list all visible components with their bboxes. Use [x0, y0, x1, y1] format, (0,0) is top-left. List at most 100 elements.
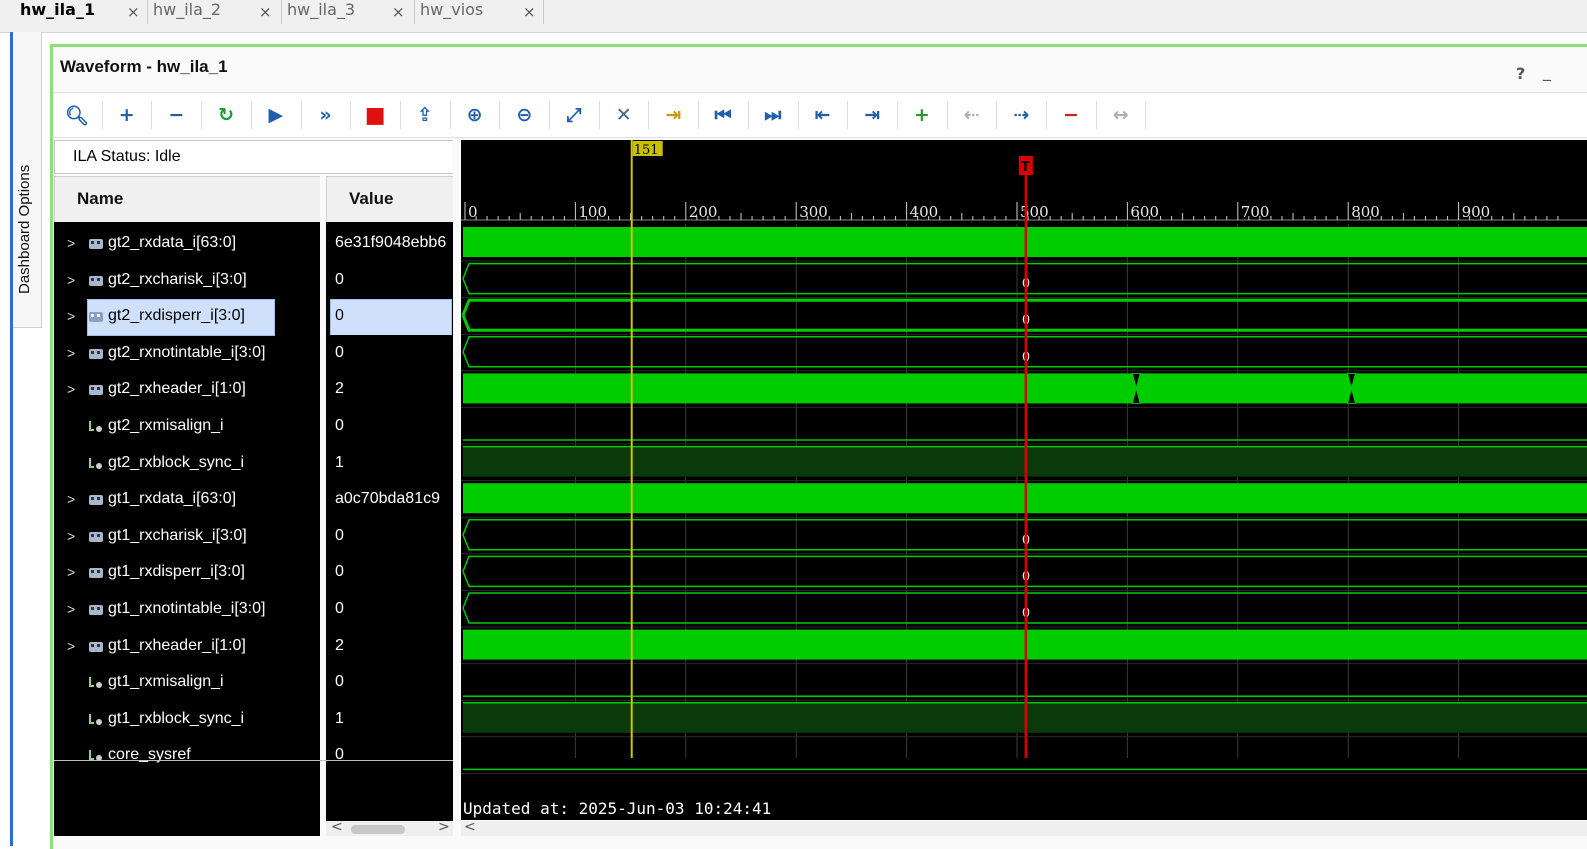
run-trigger-immediate-icon[interactable]: ↻ — [210, 99, 242, 131]
expand-chevron-icon[interactable]: > — [67, 528, 75, 544]
signal-row[interactable]: > gt2_rxdata_i[63:0] — [54, 226, 320, 262]
signal-value-row[interactable]: 1 — [326, 446, 453, 482]
signal-row[interactable]: gt2_rxblock_sync_i — [54, 446, 320, 482]
value-scroll-thumb[interactable] — [351, 825, 405, 834]
go-to-last-time-icon[interactable]: ⏭ — [757, 99, 789, 131]
tab-close-icon[interactable]: × — [259, 2, 272, 22]
signal-row[interactable]: > gt1_rxdisperr_i[3:0] — [54, 555, 320, 591]
previous-transition-icon[interactable]: ⇤ — [807, 99, 839, 131]
signal-value-row[interactable]: 0 — [326, 409, 453, 445]
export-icon[interactable]: ⇪ — [409, 99, 441, 131]
signal-row[interactable]: gt1_rxmisalign_i — [54, 665, 320, 701]
tab-hw-vios[interactable]: hw_vios × — [420, 0, 545, 24]
signal-value-row[interactable]: 6e31f9048ebb6 — [326, 226, 453, 262]
next-marker-icon[interactable]: ⇢ — [1005, 99, 1037, 131]
waveform-horizontal-scrollbar[interactable] — [461, 821, 1587, 836]
wire-signal-icon — [89, 677, 102, 689]
signal-row[interactable]: > gt1_rxheader_i[1:0] — [54, 629, 320, 665]
zoom-in-icon[interactable]: ⊕ — [459, 99, 491, 131]
search-icon[interactable]: 🔍︎ — [61, 99, 93, 131]
signal-name: gt1_rxcharisk_i[3:0] — [108, 526, 247, 544]
swap-cursors-icon[interactable]: ↔ — [1105, 99, 1137, 131]
signal-value-row[interactable]: 0 — [326, 738, 453, 774]
scroll-right-icon[interactable]: > — [438, 819, 450, 835]
cursor-icon[interactable]: ✕ — [608, 99, 640, 131]
signal-row[interactable]: > gt1_rxcharisk_i[3:0] — [54, 519, 320, 555]
tab-close-icon[interactable]: × — [127, 2, 140, 22]
expand-chevron-icon[interactable]: > — [67, 308, 75, 324]
tab-hw-ila-3[interactable]: hw_ila_3 × — [287, 0, 412, 24]
bus-signal-icon — [89, 348, 103, 359]
signal-row[interactable]: > gt2_rxcharisk_i[3:0] — [54, 263, 320, 299]
expand-chevron-icon[interactable]: > — [67, 601, 75, 617]
toolbar-separator — [896, 101, 898, 129]
signal-row[interactable]: > gt2_rxnotintable_i[3:0] — [54, 336, 320, 372]
add-icon[interactable]: + — [111, 99, 143, 131]
previous-marker-icon[interactable]: ⇠ — [956, 99, 988, 131]
tab-hw-ila-1[interactable]: hw_ila_1 × — [20, 0, 145, 24]
signal-value-row[interactable]: 2 — [326, 629, 453, 665]
expand-chevron-icon[interactable]: > — [67, 638, 75, 654]
expand-chevron-icon[interactable]: > — [67, 491, 75, 507]
signal-value-row[interactable]: 1 — [326, 702, 453, 738]
help-icon[interactable]: ? — [1516, 64, 1525, 83]
remove-icon[interactable]: − — [160, 99, 192, 131]
tab-close-icon[interactable]: × — [523, 2, 536, 22]
signal-row[interactable]: > gt2_rxdisperr_i[3:0] — [54, 299, 320, 337]
waveform-splitter[interactable] — [453, 140, 461, 836]
ila-status: ILA Status: Idle — [54, 140, 454, 174]
run-trigger-icon[interactable]: ▶ — [260, 99, 292, 131]
expand-chevron-icon[interactable]: > — [67, 235, 75, 251]
bus-signal-icon — [89, 385, 103, 396]
go-to-time-zero-icon[interactable]: ⏮ — [707, 99, 739, 131]
signal-value-row[interactable]: 0 — [326, 299, 453, 336]
expand-chevron-icon[interactable]: > — [67, 381, 75, 397]
signal-value: 2 — [335, 380, 344, 398]
tab-separator — [414, 0, 415, 24]
toolbar-separator — [549, 101, 550, 129]
signal-value-row[interactable]: 0 — [326, 336, 453, 372]
stop-icon[interactable]: ■ — [359, 99, 391, 131]
add-marker-icon[interactable]: + — [906, 99, 938, 131]
ruler-tick-label: 0 — [468, 203, 478, 221]
signal-value-row[interactable]: 0 — [326, 665, 453, 701]
scroll-left-icon[interactable]: < — [331, 819, 343, 835]
signal-value-row[interactable]: 0 — [326, 519, 453, 555]
signal-value-row[interactable]: 0 — [326, 555, 453, 591]
signal-value-row[interactable]: 0 — [326, 592, 453, 628]
signal-row[interactable]: core_sysref — [54, 738, 320, 774]
dashboard-options-panel[interactable]: Dashboard Options — [13, 32, 42, 328]
value-column-header[interactable]: Value — [326, 176, 454, 223]
signal-value: 0 — [335, 307, 344, 325]
delete-marker-icon[interactable]: − — [1055, 99, 1087, 131]
signal-name: gt1_rxdata_i[63:0] — [108, 490, 237, 508]
name-column-header[interactable]: Name — [54, 176, 321, 223]
toolbar-separator — [101, 101, 103, 129]
signal-row[interactable]: > gt1_rxdata_i[63:0] — [54, 482, 320, 518]
waveform-scroll-left-icon[interactable]: < — [464, 819, 476, 835]
signal-value: 0 — [335, 673, 344, 691]
signal-value-row[interactable]: 0 — [326, 263, 453, 299]
expand-chevron-icon[interactable]: > — [67, 272, 75, 288]
signal-row[interactable]: gt1_rxblock_sync_i — [54, 702, 320, 738]
signal-row[interactable]: gt2_rxmisalign_i — [54, 409, 320, 445]
dashboard-options-label[interactable]: Dashboard Options — [16, 165, 33, 294]
zoom-fit-icon[interactable]: ⤢ — [558, 99, 590, 131]
expand-chevron-icon[interactable]: > — [67, 564, 75, 580]
expand-chevron-icon[interactable]: > — [67, 345, 75, 361]
zoom-out-icon[interactable]: ⊖ — [508, 99, 540, 131]
go-to-cursor-icon[interactable]: ⇥ — [657, 99, 689, 131]
waveform-canvas[interactable]: 0100200300400500600700800900000000151T — [461, 140, 1587, 820]
signal-value-row[interactable]: 2 — [326, 372, 453, 408]
signal-row[interactable]: > gt1_rxnotintable_i[3:0] — [54, 592, 320, 628]
waveform-viewer[interactable]: 0100200300400500600700800900000000151T — [461, 140, 1587, 820]
next-transition-icon[interactable]: ⇥ — [856, 99, 888, 131]
ruler-tick-label: 200 — [689, 203, 718, 221]
signal-row[interactable]: > gt2_rxheader_i[1:0] — [54, 372, 320, 408]
minimize-icon[interactable]: _ — [1543, 62, 1551, 81]
auto-retrigger-icon[interactable]: » — [310, 99, 342, 131]
signal-value-row[interactable]: a0c70bda81c9 — [326, 482, 453, 518]
bus-signal-icon — [89, 275, 103, 286]
tab-hw-ila-2[interactable]: hw_ila_2 × — [153, 0, 278, 24]
tab-close-icon[interactable]: × — [392, 2, 405, 22]
